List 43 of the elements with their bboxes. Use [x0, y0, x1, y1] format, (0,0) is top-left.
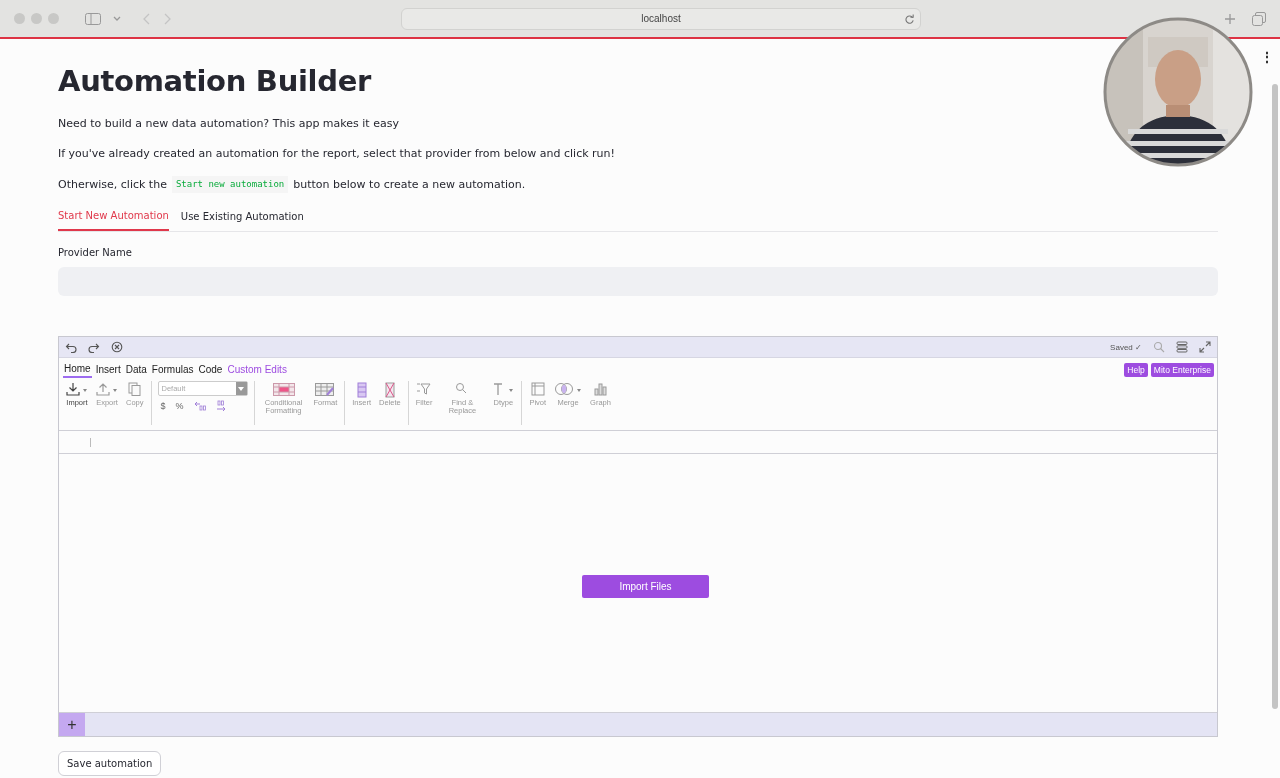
tab[interactable]: Start New Automation — [58, 208, 169, 231]
upgrade-button[interactable]: Mito Enterprise — [1150, 363, 1214, 377]
redo-icon[interactable] — [88, 341, 100, 353]
undo-icon[interactable] — [65, 341, 77, 353]
menu-tab[interactable]: Home — [63, 362, 92, 378]
expand-icon[interactable] — [1199, 341, 1211, 353]
page-title: Automation Builder — [58, 63, 373, 100]
tab[interactable]: Use Existing Automation — [180, 208, 304, 231]
menu-tab[interactable]: Data — [124, 362, 148, 378]
address-text: localhost — [641, 13, 681, 24]
add-sheet-button[interactable]: + — [59, 713, 85, 736]
menu-tab[interactable]: Formulas — [150, 362, 195, 378]
paragraph-text: button below to create a new automation. — [293, 177, 526, 192]
menu-tab[interactable]: Code — [197, 362, 224, 378]
reload-icon[interactable] — [904, 13, 915, 25]
import-files-button[interactable]: Import Files — [582, 574, 709, 598]
format-button[interactable]: % — [175, 401, 184, 411]
clear-icon[interactable] — [111, 341, 123, 353]
paragraph: Need to build a new data automation? This app makes it easy — [58, 116, 400, 131]
save-status: Saved ✓ — [1110, 342, 1142, 352]
field-label: Provider Name — [58, 247, 133, 260]
caret-icon[interactable] — [82, 387, 88, 393]
chevron-down-icon[interactable] — [113, 15, 121, 22]
sidebar-icon[interactable] — [85, 12, 101, 25]
help-link[interactable]: Help — [1124, 363, 1148, 377]
menu-tab[interactable]: Insert — [94, 362, 122, 378]
paragraph: If you've already created an automation for the report, select that provider from below and click run! — [58, 146, 616, 161]
new-tab-icon[interactable] — [1224, 12, 1236, 25]
inline-code: Start new automation — [171, 176, 289, 193]
menu-icon[interactable] — [1176, 341, 1188, 353]
menu-tab[interactable]: Custom Edits — [226, 362, 288, 378]
tabs-icon[interactable] — [1252, 11, 1266, 26]
format-button[interactable]: $ — [160, 401, 166, 411]
decrease-decimals-icon[interactable] — [193, 400, 206, 412]
increase-decimals-icon[interactable] — [215, 400, 228, 412]
search-icon[interactable] — [1153, 341, 1165, 353]
address-bar[interactable]: localhost — [401, 7, 921, 30]
text-cursor — [90, 437, 91, 447]
download-icon[interactable] — [66, 382, 80, 398]
paragraph-text: Otherwise, click the — [58, 177, 167, 192]
save-button[interactable]: Save automation — [58, 751, 162, 776]
more-menu-button[interactable]: ⋮ — [1260, 49, 1274, 65]
scrollbar[interactable] — [1272, 84, 1278, 709]
